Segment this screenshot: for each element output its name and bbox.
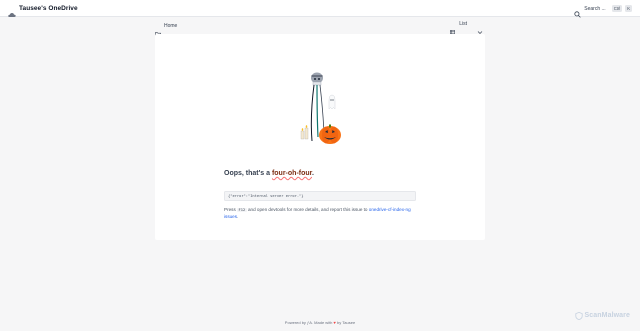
shortcut-key-k: K — [625, 5, 632, 12]
heading-prefix: Oops, that's a — [224, 170, 272, 177]
error-card: Oops, that's a four-oh-four. {"error":"I… — [155, 34, 485, 240]
footer-made: . Made with — [311, 320, 333, 325]
view-label: List — [459, 21, 467, 27]
top-bar: Tausee's OneDrive Search ... Ctrl K — [0, 0, 640, 18]
list-view-icon — [450, 22, 456, 35]
heart-icon: ♥ — [333, 320, 336, 325]
heading-accent: four-oh-four — [271, 170, 312, 177]
footer-prefix: Powered by — [284, 320, 306, 325]
error-heading: Oops, that's a four-oh-four. — [224, 170, 314, 177]
footer: Powered by ƒA. Made with ♥ by Tausee — [0, 320, 640, 325]
halloween-illustration — [300, 72, 341, 144]
shortcut-key-ctrl: Ctrl — [611, 5, 623, 12]
shield-icon — [574, 311, 583, 320]
help-text: Press F12 and open devtools for more det… — [224, 207, 424, 220]
toolbar: Home List — [155, 19, 485, 37]
onedrive-cloud-icon — [8, 5, 16, 17]
help-key: F12 — [237, 208, 247, 212]
help-middle: and open devtools for more details, and … — [247, 207, 368, 212]
heading-suffix: . — [312, 170, 314, 177]
view-switcher[interactable]: List — [450, 21, 483, 35]
error-code: {"error":"Internal server error."} — [228, 194, 304, 198]
watermark-text: ScanMalware — [584, 312, 630, 319]
search-button[interactable]: Search ... Ctrl K — [574, 3, 632, 18]
footer-by: by Tausee — [337, 320, 356, 325]
brand[interactable]: Tausee's OneDrive — [8, 4, 78, 17]
breadcrumb-label: Home — [164, 23, 178, 29]
watermark: ScanMalware — [574, 311, 630, 320]
search-label: Search ... — [584, 5, 606, 12]
error-code-block: {"error":"Internal server error."} — [224, 191, 416, 201]
help-press: Press — [224, 207, 236, 212]
site-title: Tausee's OneDrive — [19, 4, 78, 12]
help-end: . — [237, 213, 239, 219]
chevron-down-icon[interactable] — [477, 22, 483, 34]
search-icon — [574, 5, 581, 18]
breadcrumb-home[interactable]: Home — [155, 23, 178, 37]
folder-icon — [155, 24, 161, 37]
